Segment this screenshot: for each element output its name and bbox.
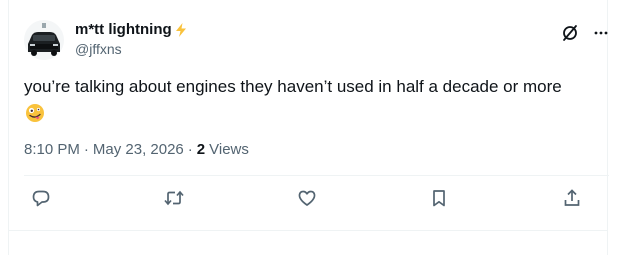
bookmark-button[interactable] bbox=[422, 186, 456, 214]
author-handle[interactable]: @jffxns bbox=[75, 40, 189, 59]
author-names: m*tt lightning @jffxns bbox=[75, 20, 189, 59]
divider bbox=[8, 230, 608, 231]
more-options-icon[interactable] bbox=[593, 25, 609, 41]
avatar[interactable] bbox=[24, 20, 64, 60]
lightning-bolt-icon bbox=[173, 22, 189, 38]
share-icon bbox=[562, 188, 582, 213]
tweet-header: m*tt lightning @jffxns bbox=[24, 14, 609, 60]
meta-separator: · bbox=[187, 141, 193, 158]
author-display-name[interactable]: m*tt lightning bbox=[75, 20, 189, 39]
reply-icon bbox=[31, 188, 51, 213]
divider bbox=[24, 175, 609, 176]
tweet-date[interactable]: May 23, 2026 bbox=[93, 140, 184, 160]
zany-face-emoji-icon bbox=[25, 103, 45, 128]
top-actions bbox=[561, 24, 609, 42]
like-icon bbox=[297, 188, 317, 213]
display-name-text[interactable]: m*tt lightning bbox=[75, 20, 172, 39]
views-label[interactable]: Views bbox=[209, 140, 249, 160]
retweet-icon bbox=[163, 188, 185, 213]
like-button[interactable] bbox=[290, 186, 324, 214]
tweet-time[interactable]: 8:10 PM bbox=[24, 140, 80, 160]
grok-icon[interactable] bbox=[561, 24, 579, 42]
tweet-text: you’re talking about engines they haven’… bbox=[24, 77, 562, 96]
tweet-meta: 8:10 PM · May 23, 2026 · 2 Views bbox=[24, 140, 249, 160]
views-count[interactable]: 2 bbox=[197, 140, 205, 160]
retweet-button[interactable] bbox=[157, 186, 191, 214]
bookmark-icon bbox=[429, 188, 449, 213]
action-bar bbox=[24, 186, 589, 214]
reply-button[interactable] bbox=[24, 186, 58, 214]
meta-separator: · bbox=[83, 141, 89, 158]
share-button[interactable] bbox=[555, 186, 589, 214]
